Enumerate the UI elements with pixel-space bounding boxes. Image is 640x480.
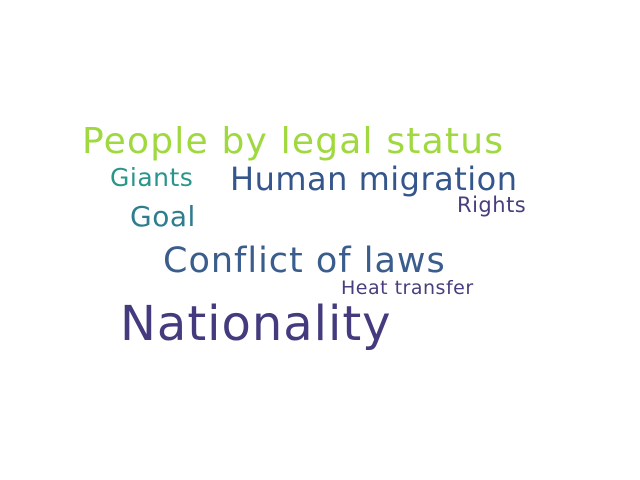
word-nationality: Nationality (120, 296, 392, 352)
word-cloud: People by legal status Giants Human migr… (0, 0, 640, 480)
word-rights: Rights (457, 193, 527, 217)
word-people-by-legal-status: People by legal status (82, 121, 505, 162)
word-giants: Giants (110, 163, 194, 192)
word-goal: Goal (130, 200, 196, 233)
word-conflict-of-laws: Conflict of laws (163, 241, 446, 281)
word-human-migration: Human migration (230, 160, 518, 198)
